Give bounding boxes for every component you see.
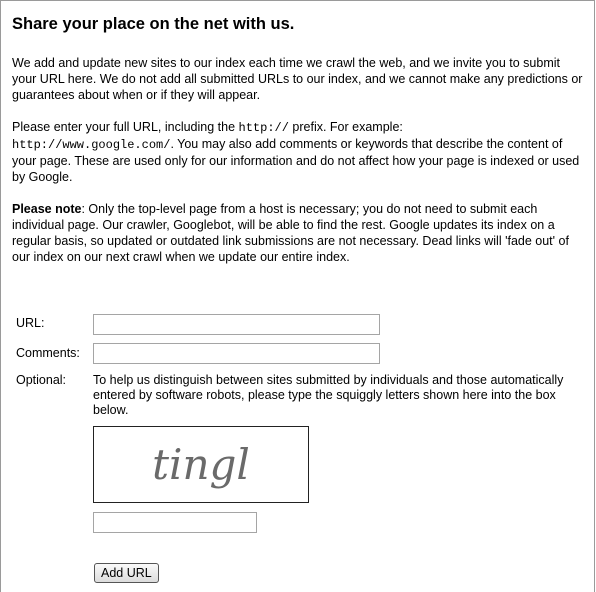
instructions-text-middle: prefix. For example: (288, 120, 403, 134)
add-url-button[interactable]: Add URL (94, 563, 159, 583)
intro-paragraph: We add and update new sites to our index… (12, 56, 583, 102)
captcha-graphic: tingl (152, 440, 250, 489)
captcha-input[interactable] (93, 512, 257, 533)
instructions-text-start: Please enter your full URL, including th… (12, 120, 239, 134)
main-content: Share your place on the net with us. We … (12, 14, 586, 281)
note-text: : Only the top-level page from a host is… (12, 202, 569, 264)
url-prefix-code: http:// (238, 121, 289, 135)
captcha-letters: tingl (152, 440, 250, 489)
comments-input[interactable] (93, 343, 380, 364)
comments-label: Comments: (16, 346, 80, 360)
url-input[interactable] (93, 314, 380, 335)
url-label: URL: (16, 316, 45, 330)
captcha-image: tingl (93, 426, 309, 503)
captcha-instructions: To help us distinguish between sites sub… (93, 373, 564, 417)
optional-label: Optional: (16, 373, 67, 387)
note-paragraph: Please note: Only the top-level page fro… (12, 201, 586, 265)
example-url-code: http://www.google.com/ (12, 138, 171, 152)
instructions-paragraph: Please enter your full URL, including th… (12, 119, 586, 185)
note-label: Please note (12, 202, 82, 216)
page-title: Share your place on the net with us. (12, 15, 295, 33)
